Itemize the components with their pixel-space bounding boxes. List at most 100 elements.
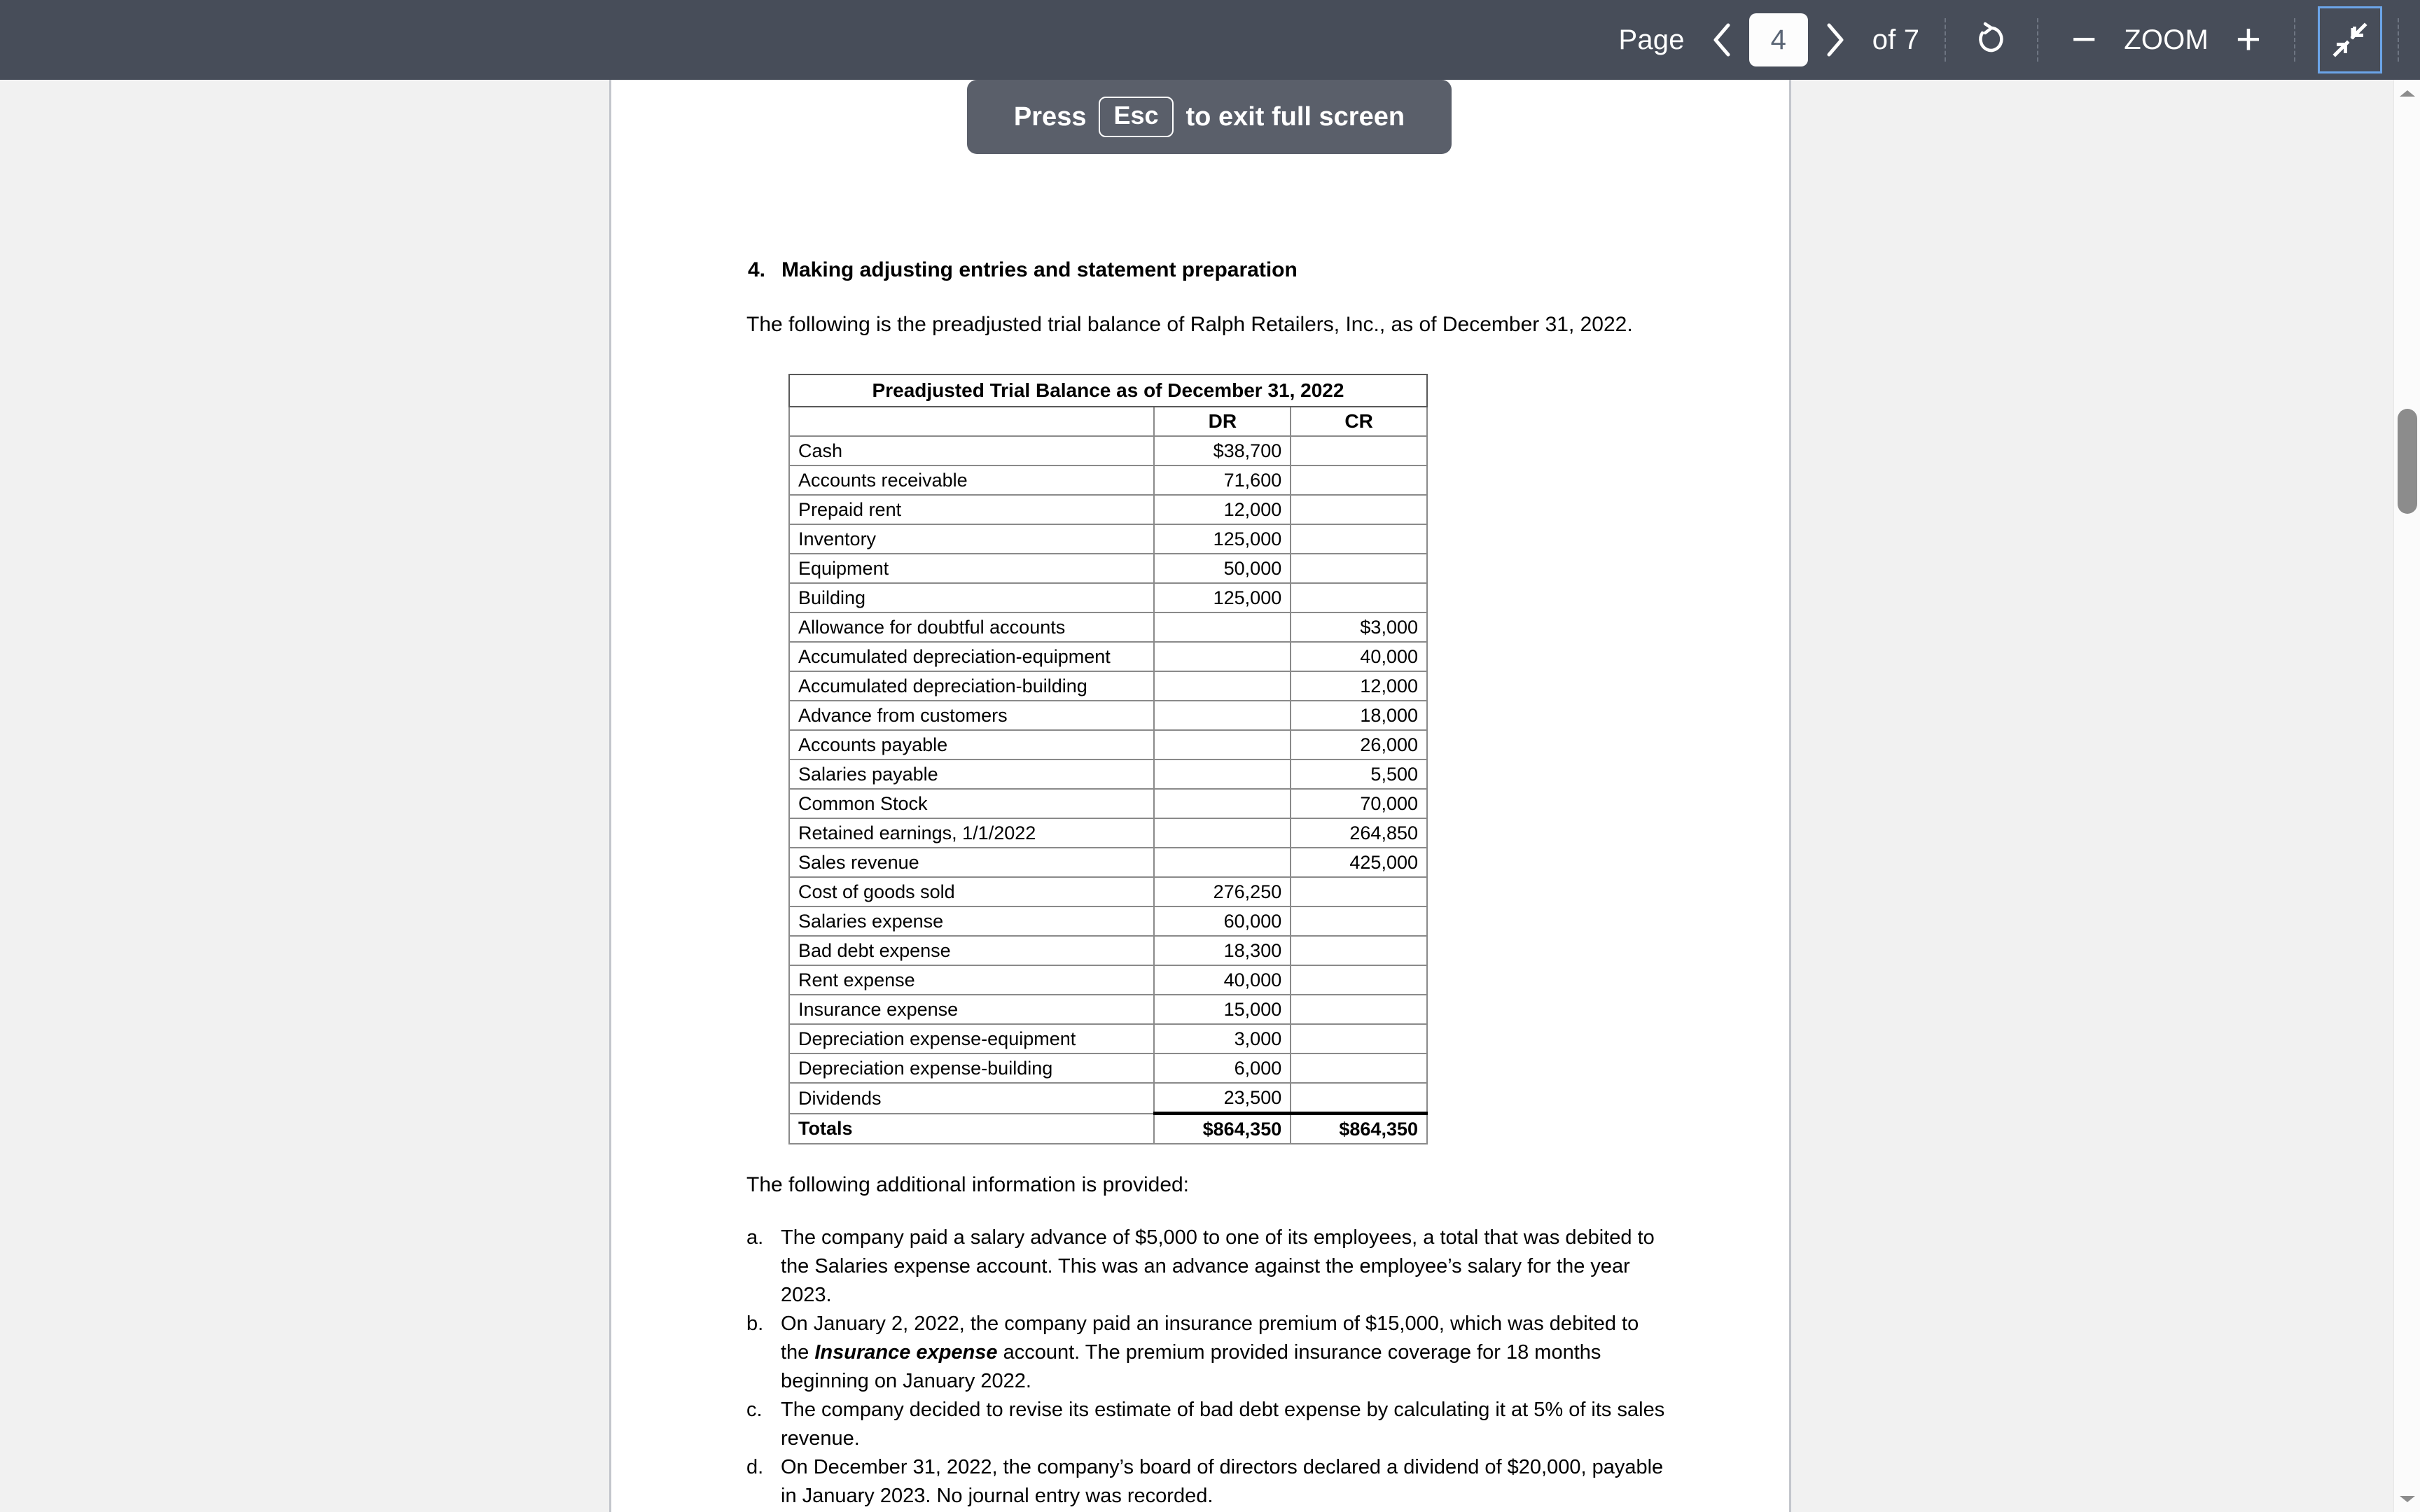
cell-account: Salaries expense	[788, 906, 1155, 937]
cell-cr: 12,000	[1290, 671, 1428, 701]
additional-info-lead: The following additional information is …	[746, 1173, 1190, 1196]
table-row: Insurance expense 15,000	[788, 994, 1428, 1025]
cell-cr: 26,000	[1290, 729, 1428, 760]
page-number-input[interactable]	[1748, 13, 1808, 66]
trial-balance-body: Preadjusted Trial Balance as of December…	[788, 374, 1428, 1144]
table-row: Inventory 125,000	[788, 524, 1428, 554]
table-row: Retained earnings, 1/1/2022 264,850	[788, 818, 1428, 848]
triangle-down-icon	[2400, 1495, 2415, 1502]
cell-cr: 70,000	[1290, 788, 1428, 819]
heading-number: 4.	[748, 258, 766, 281]
list-item-marker: b.	[746, 1312, 764, 1335]
cell-cr	[1290, 582, 1428, 613]
list-item-text: The company decided to revise its estima…	[781, 1396, 1671, 1453]
cell-dr	[1153, 729, 1292, 760]
emphasised-term: Insurance expense	[814, 1341, 998, 1364]
cell-dr	[1153, 759, 1292, 790]
cell-cr	[1290, 1082, 1428, 1114]
table-row: Common Stock 70,000	[788, 788, 1428, 819]
cell-account: Salaries payable	[788, 759, 1155, 790]
cell-account: Cash	[788, 435, 1155, 466]
document-viewer: Press Esc to exit full screen 4. Making a…	[0, 80, 2420, 1512]
cell-account: Advance from customers	[788, 700, 1155, 731]
cell-dr: 12,000	[1153, 494, 1292, 525]
scroll-up-button[interactable]	[2394, 80, 2420, 106]
cell-cr	[1290, 553, 1428, 584]
exit-fullscreen-button[interactable]	[2318, 6, 2382, 74]
table-row: Salaries expense 60,000	[788, 906, 1428, 937]
table-row: Accumulated depreciation-equipment 40,000	[788, 641, 1428, 672]
page-label: Page	[1618, 24, 1685, 55]
header-cr: CR	[1290, 406, 1428, 437]
table-row: Equipment 50,000	[788, 553, 1428, 584]
cell-dr: 40,000	[1153, 965, 1292, 995]
rotate-button[interactable]	[1961, 0, 2022, 80]
trial-balance-table: Preadjusted Trial Balance as of December…	[788, 374, 1428, 1144]
table-row: Building 125,000	[788, 582, 1428, 613]
cell-dr: 18,300	[1153, 935, 1292, 966]
table-title: Preadjusted Trial Balance as of December…	[788, 374, 1428, 407]
toolbar-divider	[1945, 18, 1947, 62]
scroll-down-button[interactable]	[2394, 1485, 2420, 1512]
list-item-marker: c.	[746, 1399, 763, 1421]
table-row: Depreciation expense-equipment 3,000	[788, 1023, 1428, 1054]
zoom-out-button[interactable]: −	[2054, 0, 2114, 80]
zoom-in-button[interactable]: +	[2218, 0, 2279, 80]
next-page-button[interactable]	[1808, 0, 1863, 80]
cell-cr	[1290, 465, 1428, 496]
list-item: a. The company paid a salary advance of $…	[746, 1224, 1671, 1310]
exit-fullscreen-toast: Press Esc to exit full screen	[967, 80, 1452, 154]
total-pages-label: of 7	[1872, 24, 1920, 55]
cell-account: Dividends	[788, 1082, 1155, 1114]
previous-page-button[interactable]	[1695, 0, 1749, 80]
page-navigation-group: Page of 7	[1608, 0, 1929, 80]
cell-dr: 125,000	[1153, 582, 1292, 613]
cell-cr	[1290, 906, 1428, 937]
toolbar-divider-4	[2398, 18, 2399, 62]
list-item-marker: d.	[746, 1456, 764, 1478]
table-row: Dividends 23,500	[788, 1082, 1428, 1114]
cell-dr: 3,000	[1153, 1023, 1292, 1054]
table-row: Rent expense 40,000	[788, 965, 1428, 995]
scrollbar-thumb[interactable]	[2398, 409, 2417, 514]
toolbar-divider-2	[2037, 18, 2039, 62]
heading-text: Making adjusting entries and statement p…	[781, 258, 1298, 281]
cell-account: Depreciation expense-building	[788, 1053, 1155, 1084]
cell-dr: 276,250	[1153, 876, 1292, 907]
cell-cr: 425,000	[1290, 847, 1428, 878]
cell-cr	[1290, 994, 1428, 1025]
cell-dr: 15,000	[1153, 994, 1292, 1025]
table-row: Cash $38,700	[788, 435, 1428, 466]
cell-account: Depreciation expense-equipment	[788, 1023, 1155, 1054]
exit-fullscreen-icon	[2332, 22, 2367, 57]
additional-info-list: a. The company paid a salary advance of $…	[746, 1224, 1671, 1511]
vertical-scrollbar[interactable]	[2393, 80, 2420, 1512]
chevron-left-icon	[1713, 23, 1730, 57]
cell-dr: 60,000	[1153, 906, 1292, 937]
pdf-page: 4. Making adjusting entries and statement…	[609, 80, 1791, 1512]
cell-cr	[1290, 1023, 1428, 1054]
table-row: Sales revenue 425,000	[788, 847, 1428, 878]
cell-account: Accounts payable	[788, 729, 1155, 760]
toast-press-label: Press	[1013, 102, 1087, 132]
table-row: Allowance for doubtful accounts $3,000	[788, 612, 1428, 643]
cell-dr: 6,000	[1153, 1053, 1292, 1084]
cell-dr	[1153, 612, 1292, 643]
esc-key-badge: Esc	[1099, 97, 1174, 137]
cell-account: Equipment	[788, 553, 1155, 584]
cell-account: Prepaid rent	[788, 494, 1155, 525]
cell-dr	[1153, 788, 1292, 819]
table-header-row: DR CR	[788, 406, 1428, 437]
list-item: d. On December 31, 2022, the company’s bo…	[746, 1453, 1671, 1511]
list-item: b. On January 2, 2022, the company paid a…	[746, 1310, 1671, 1396]
text-run: The company paid a salary advance of $5,…	[781, 1226, 1655, 1306]
table-row: Salaries payable 5,500	[788, 759, 1428, 790]
cell-cr	[1290, 435, 1428, 466]
cell-account: Sales revenue	[788, 847, 1155, 878]
list-item-text: The company paid a salary advance of $5,…	[781, 1224, 1671, 1310]
cell-account: Inventory	[788, 524, 1155, 554]
cell-account: Rent expense	[788, 965, 1155, 995]
cell-account: Accounts receivable	[788, 465, 1155, 496]
header-account	[788, 406, 1155, 437]
cell-cr: 5,500	[1290, 759, 1428, 790]
